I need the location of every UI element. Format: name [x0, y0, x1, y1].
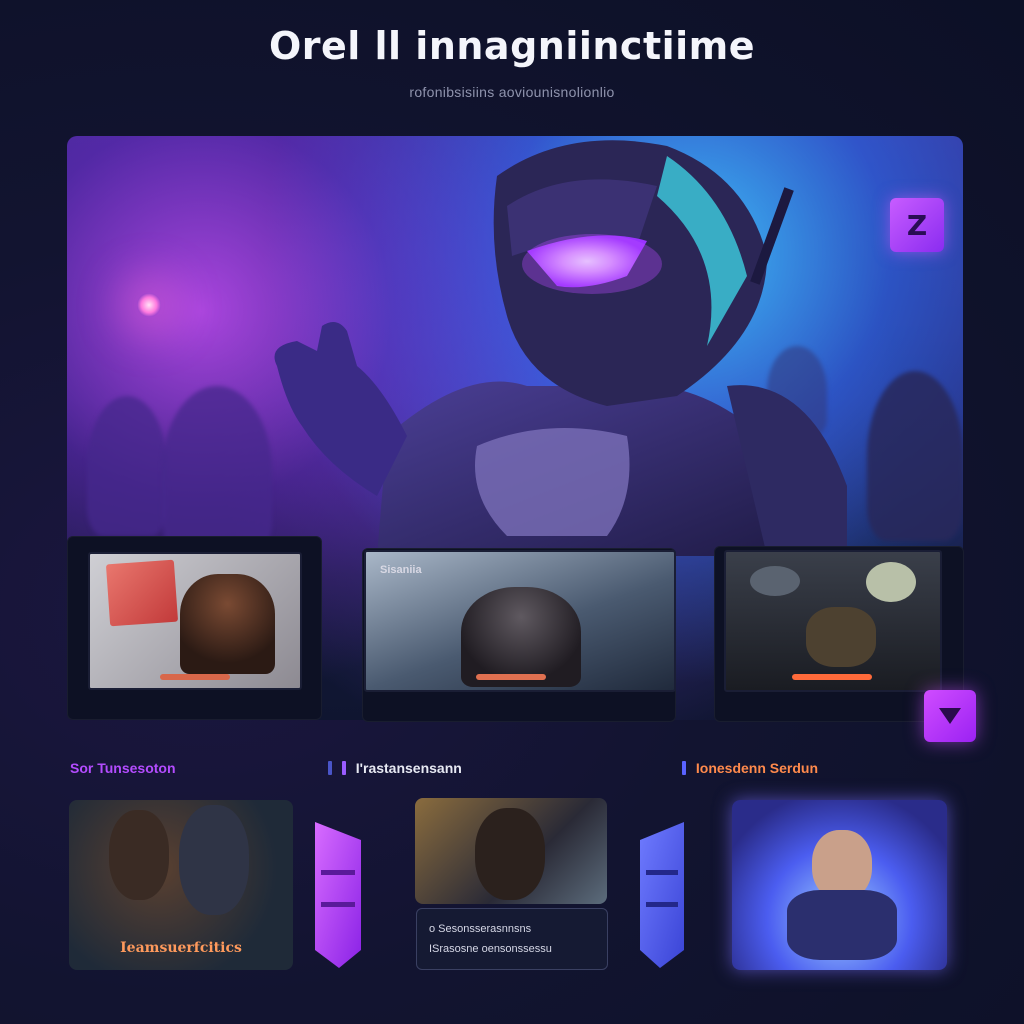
section-marker	[682, 761, 686, 775]
play-triangle-icon	[939, 708, 961, 724]
media-card-2[interactable]	[415, 798, 607, 904]
section-label-text: I'rastansensann	[355, 760, 462, 776]
character-image	[475, 808, 545, 900]
thumbnail-overlay-text: Sisaniia	[380, 564, 422, 576]
creature-image	[866, 562, 916, 602]
crowd-silhouette	[87, 396, 167, 536]
stage-light	[137, 293, 161, 317]
character-image	[109, 810, 169, 900]
section-label-1[interactable]: Sor Tunsesoton	[70, 760, 176, 776]
section-label-2[interactable]: I'rastansensann	[328, 760, 462, 776]
logo-badge[interactable]: Z	[890, 198, 944, 252]
creature-image	[750, 566, 800, 596]
thumbnail-3[interactable]	[724, 550, 942, 692]
poster-image	[105, 559, 179, 627]
progress-bar	[792, 674, 872, 680]
warrior-image	[461, 587, 581, 687]
thumbnail-1[interactable]	[88, 552, 302, 690]
page-title: Orel ll innagniinctiime	[268, 24, 756, 68]
media-card-3[interactable]	[732, 800, 947, 970]
section-marker	[328, 761, 332, 775]
scroll-arrow-purple[interactable]	[315, 822, 361, 968]
character-image	[787, 890, 897, 960]
character-image	[179, 805, 249, 915]
logo-badge-icon: Z	[906, 208, 928, 242]
creature-image	[180, 574, 275, 674]
info-box[interactable]: o Sesonsserasnnsns ISrasosne oensonssess…	[416, 908, 608, 970]
section-label-text: Ionesdenn Serdun	[695, 760, 819, 776]
section-label-3[interactable]: Ionesdenn Serdun	[682, 760, 818, 776]
progress-bar	[476, 674, 546, 680]
thumbnail-2[interactable]: Sisaniia	[364, 550, 676, 692]
info-line-1: o Sesonsserasnnsns	[429, 923, 532, 935]
scroll-arrow-blue[interactable]	[640, 822, 684, 968]
card-caption: Ieamsuerfcitics	[120, 940, 242, 956]
info-line-2: ISrasosne oensonssessu	[429, 943, 552, 955]
page-subtitle: rofonibsisiins aoviounisnolionlio	[409, 84, 615, 100]
section-label-text: Sor Tunsesoton	[70, 760, 176, 776]
progress-bar	[160, 674, 230, 680]
creature-image	[806, 607, 876, 667]
armored-hero-figure	[274, 140, 847, 556]
section-marker	[341, 761, 346, 775]
play-button[interactable]	[924, 690, 976, 742]
crowd-silhouette	[867, 371, 963, 541]
media-card-1[interactable]: Ieamsuerfcitics	[69, 800, 293, 970]
